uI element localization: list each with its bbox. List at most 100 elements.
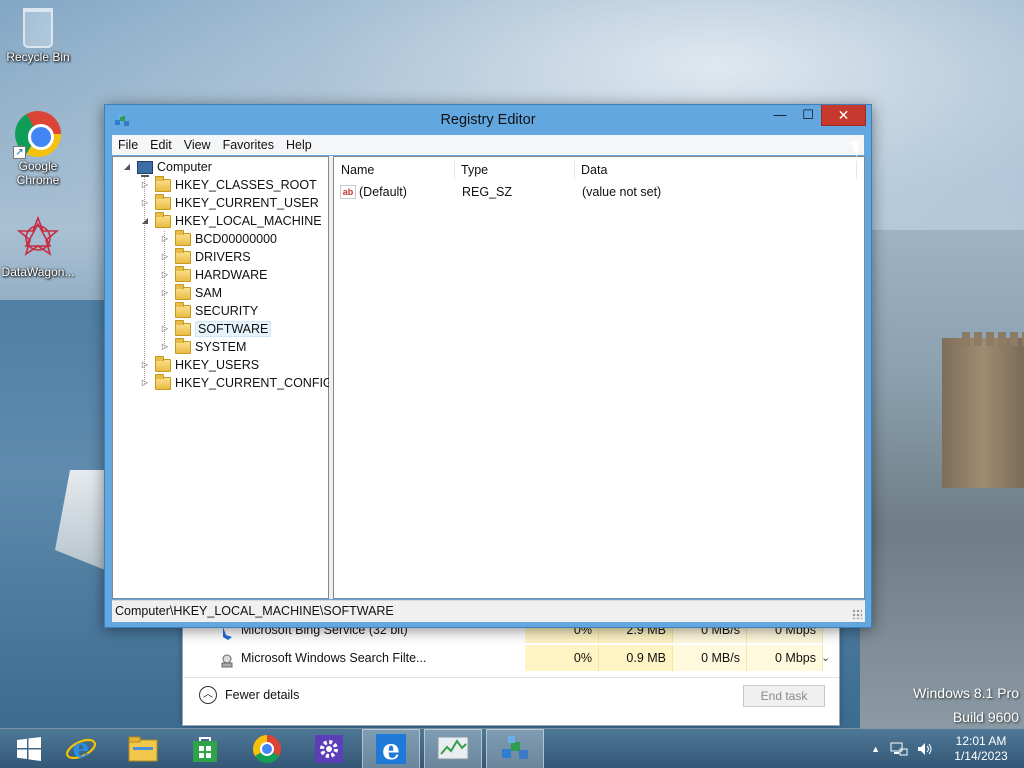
internet-explorer-icon: e	[376, 734, 406, 764]
column-header-name[interactable]: Name	[334, 159, 454, 181]
menu-view[interactable]: View	[178, 138, 217, 152]
search-filter-icon	[221, 654, 233, 668]
collapsed-arrow-icon[interactable]: ▷	[139, 359, 151, 371]
shortcut-arrow-icon: ↗	[13, 146, 26, 159]
minimize-button[interactable]: —	[767, 105, 793, 126]
tree-node-computer[interactable]: ◢ Computer	[121, 158, 212, 177]
tree-leaf-line	[159, 305, 171, 317]
string-value-icon: ab	[340, 185, 356, 199]
registry-editor-window[interactable]: Registry Editor — ☐ ✕ File Edit View Fav…	[104, 104, 872, 628]
registry-value-row[interactable]: ab (Default) REG_SZ (value not set)	[336, 183, 856, 201]
tree-node-software[interactable]: ▷ SOFTWARE	[159, 319, 272, 338]
taskbar-internet-explorer-open[interactable]: e	[362, 729, 420, 768]
computer-icon	[137, 160, 153, 177]
start-icon	[17, 737, 41, 761]
desktop-icon-recycle-bin[interactable]: Recycle Bin	[0, 8, 76, 64]
folder-icon	[175, 229, 191, 246]
table-row[interactable]: Microsoft Windows Search Filte... 0% 0.9…	[183, 645, 823, 671]
column-header-data[interactable]: Data	[574, 159, 854, 181]
collapsed-arrow-icon[interactable]: ▷	[139, 179, 151, 191]
folder-open-icon	[155, 211, 171, 228]
wallpaper-tower	[942, 338, 1024, 488]
column-header-type[interactable]: Type	[454, 159, 574, 181]
desktop-icon-google-chrome[interactable]: ↗ Google Chrome	[0, 111, 76, 187]
clock[interactable]: 12:01 AM 1/14/2023	[938, 734, 1024, 764]
status-bar: Computer\HKEY_LOCAL_MACHINE\SOFTWARE	[112, 600, 865, 622]
expanded-arrow-icon[interactable]: ◢	[139, 215, 151, 227]
network-icon[interactable]	[890, 741, 908, 757]
collapsed-arrow-icon[interactable]: ▷	[139, 197, 151, 209]
show-hidden-icons-icon[interactable]: ▲	[865, 744, 886, 754]
folder-icon	[175, 319, 191, 336]
collapsed-arrow-icon[interactable]: ▷	[159, 287, 171, 299]
settings-icon	[315, 735, 343, 763]
tree-node-hkey-current-user[interactable]: ▷ HKEY_CURRENT_USER	[139, 193, 319, 212]
desktop-icon-datawagon[interactable]: DataWagon...	[0, 215, 76, 279]
selected-node-label: SOFTWARE	[195, 321, 272, 337]
svg-text:e: e	[382, 734, 400, 764]
end-task-button[interactable]: End task	[743, 685, 825, 707]
menu-file[interactable]: File	[112, 138, 144, 152]
task-manager-window[interactable]: Microsoft Bing Service (32 bit) 0% 2.9 M…	[182, 617, 840, 726]
volume-icon[interactable]	[916, 741, 934, 757]
taskbar-store[interactable]	[176, 729, 234, 768]
folder-icon	[175, 283, 191, 300]
taskbar-chrome[interactable]	[238, 729, 296, 768]
clock-date: 1/14/2023	[954, 749, 1008, 763]
taskbar: e e ▲ 12:01 AM 1/14/2023	[0, 728, 1024, 768]
folder-icon	[175, 301, 191, 318]
start-button[interactable]	[0, 729, 58, 768]
collapsed-arrow-icon[interactable]: ▷	[159, 341, 171, 353]
status-path: Computer\HKEY_LOCAL_MACHINE\SOFTWARE	[115, 604, 394, 618]
tree-node-sam[interactable]: ▷ SAM	[159, 283, 222, 302]
collapsed-arrow-icon[interactable]: ▷	[159, 251, 171, 263]
wallpaper-tower-top	[962, 332, 1024, 346]
file-explorer-icon	[128, 736, 158, 762]
folder-icon	[175, 265, 191, 282]
recycle-bin-icon	[23, 8, 53, 48]
tree-node-hkey-classes-root[interactable]: ▷ HKEY_CLASSES_ROOT	[139, 175, 317, 194]
registry-values-list[interactable]: Name Type Data ab (Default) REG_SZ (valu…	[333, 156, 865, 599]
tree-node-bcd[interactable]: ▷ BCD00000000	[159, 229, 277, 248]
datawagon-icon	[16, 215, 60, 256]
tree-node-hkey-local-machine[interactable]: ◢ HKEY_LOCAL_MACHINE	[139, 211, 322, 230]
collapsed-arrow-icon[interactable]: ▷	[159, 233, 171, 245]
maximize-button[interactable]: ☐	[795, 105, 821, 126]
menu-help[interactable]: Help	[280, 138, 318, 152]
collapsed-arrow-icon[interactable]: ▷	[139, 377, 151, 389]
menu-edit[interactable]: Edit	[144, 138, 178, 152]
folder-icon	[175, 247, 191, 264]
column-divider[interactable]	[856, 161, 857, 179]
tree-node-hkey-users[interactable]: ▷ HKEY_USERS	[139, 355, 259, 374]
svg-text:e: e	[73, 734, 90, 764]
chevron-up-icon: ︿	[199, 686, 217, 704]
folder-icon	[155, 193, 171, 210]
taskbar-internet-explorer[interactable]: e	[52, 729, 110, 768]
folder-icon	[155, 175, 171, 192]
desktop-icon-label: DataWagon...	[1, 265, 75, 279]
collapsed-arrow-icon[interactable]: ▷	[159, 269, 171, 281]
tree-node-drivers[interactable]: ▷ DRIVERS	[159, 247, 251, 266]
resize-grip-icon[interactable]	[852, 609, 862, 619]
collapsed-arrow-icon[interactable]: ▷	[159, 323, 171, 335]
menu-bar: File Edit View Favorites Help	[112, 135, 864, 155]
menu-favorites[interactable]: Favorites	[217, 138, 280, 152]
taskbar-file-explorer[interactable]	[114, 729, 172, 768]
taskbar-registry-editor[interactable]	[486, 729, 544, 768]
registry-tree[interactable]: ◢ Computer ▷ HKEY_CLASSES_ROOT ▷ HKEY_CURR…	[112, 156, 333, 599]
scroll-down-icon[interactable]: ⌄	[821, 651, 835, 669]
chrome-icon	[253, 735, 281, 763]
tree-node-hkey-current-config[interactable]: ▷ HKEY_CURRENT_CONFIG	[139, 373, 333, 392]
taskbar-settings[interactable]	[300, 729, 358, 768]
task-manager-footer: ︿ Fewer details End task	[183, 677, 839, 725]
folder-icon	[155, 355, 171, 372]
window-title: Registry Editor	[440, 112, 536, 128]
tree-node-security[interactable]: SECURITY	[159, 301, 258, 320]
fewer-details-button[interactable]: ︿ Fewer details	[199, 686, 299, 704]
taskbar-task-manager[interactable]	[424, 729, 482, 768]
close-button[interactable]: ✕	[821, 105, 866, 126]
tree-node-system[interactable]: ▷ SYSTEM	[159, 337, 246, 356]
expanded-arrow-icon[interactable]: ◢	[121, 161, 133, 173]
title-bar[interactable]: Registry Editor — ☐ ✕	[105, 105, 871, 135]
tree-node-hardware[interactable]: ▷ HARDWARE	[159, 265, 267, 284]
